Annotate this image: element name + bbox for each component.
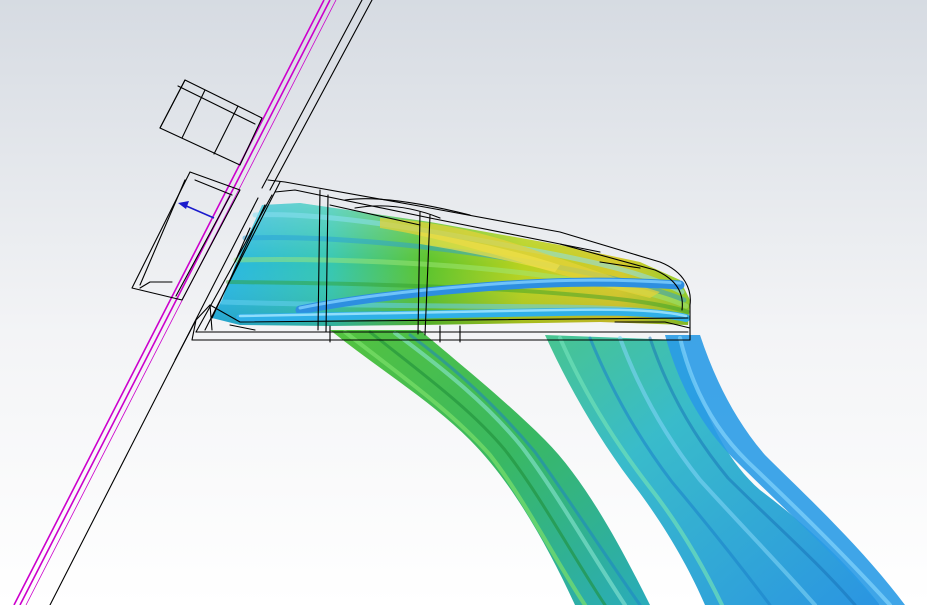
flow-simulation-view[interactable] <box>0 0 927 605</box>
cad-viewport[interactable] <box>0 0 927 605</box>
